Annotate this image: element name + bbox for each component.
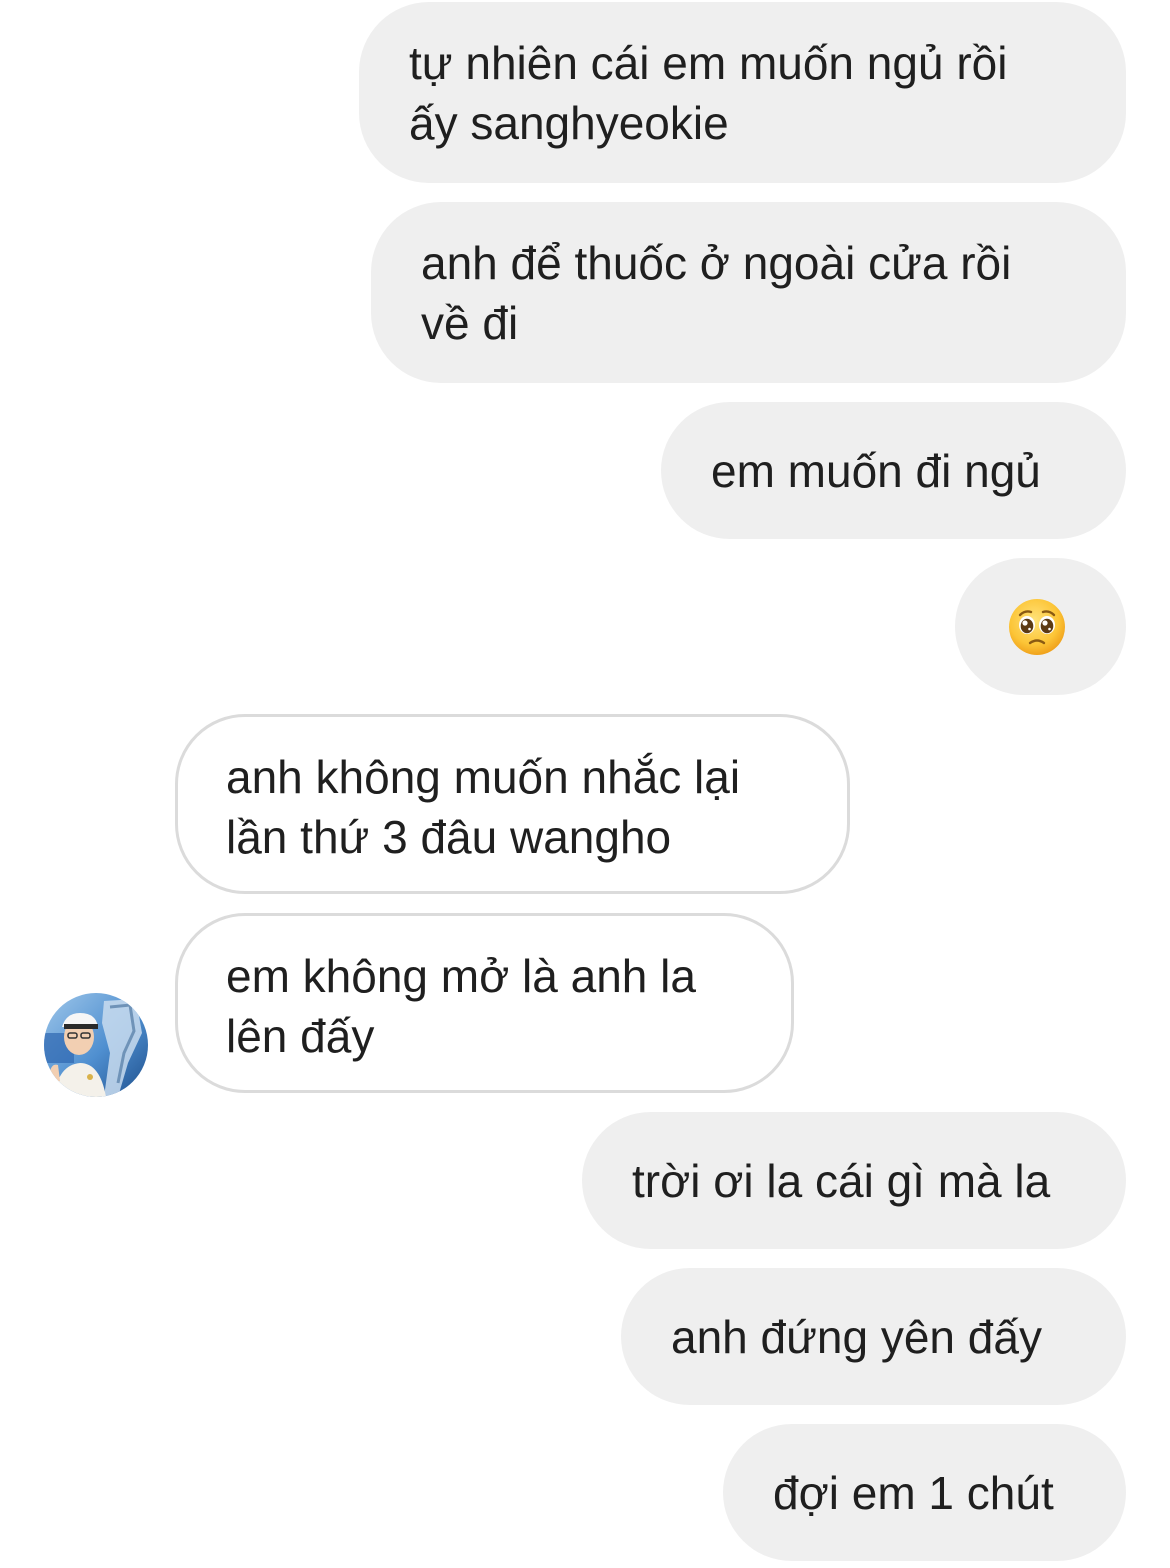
pleading-face-icon: [1009, 599, 1065, 655]
message-bubble-sent[interactable]: tự nhiên cái em muốn ngủ rồi ấy sanghyeo…: [359, 2, 1126, 183]
contact-avatar[interactable]: [44, 993, 148, 1097]
message-bubble-sent[interactable]: em muốn đi ngủ: [661, 402, 1126, 539]
message-bubble-received[interactable]: anh không muốn nhắc lại lần thứ 3 đâu wa…: [175, 714, 850, 894]
message-bubble-sent[interactable]: anh đứng yên đấy: [621, 1268, 1126, 1405]
contact-avatar-photo-icon: [44, 993, 148, 1097]
chat-thread: tự nhiên cái em muốn ngủ rồi ấy sanghyeo…: [0, 0, 1170, 1568]
message-bubble-sent[interactable]: trời ơi la cái gì mà la: [582, 1112, 1126, 1249]
message-bubble-sent[interactable]: đợi em 1 chút: [723, 1424, 1126, 1561]
message-bubble-received[interactable]: em không mở là anh la lên đấy: [175, 913, 794, 1093]
message-bubble-sent[interactable]: anh để thuốc ở ngoài cửa rồi về đi: [371, 202, 1126, 383]
